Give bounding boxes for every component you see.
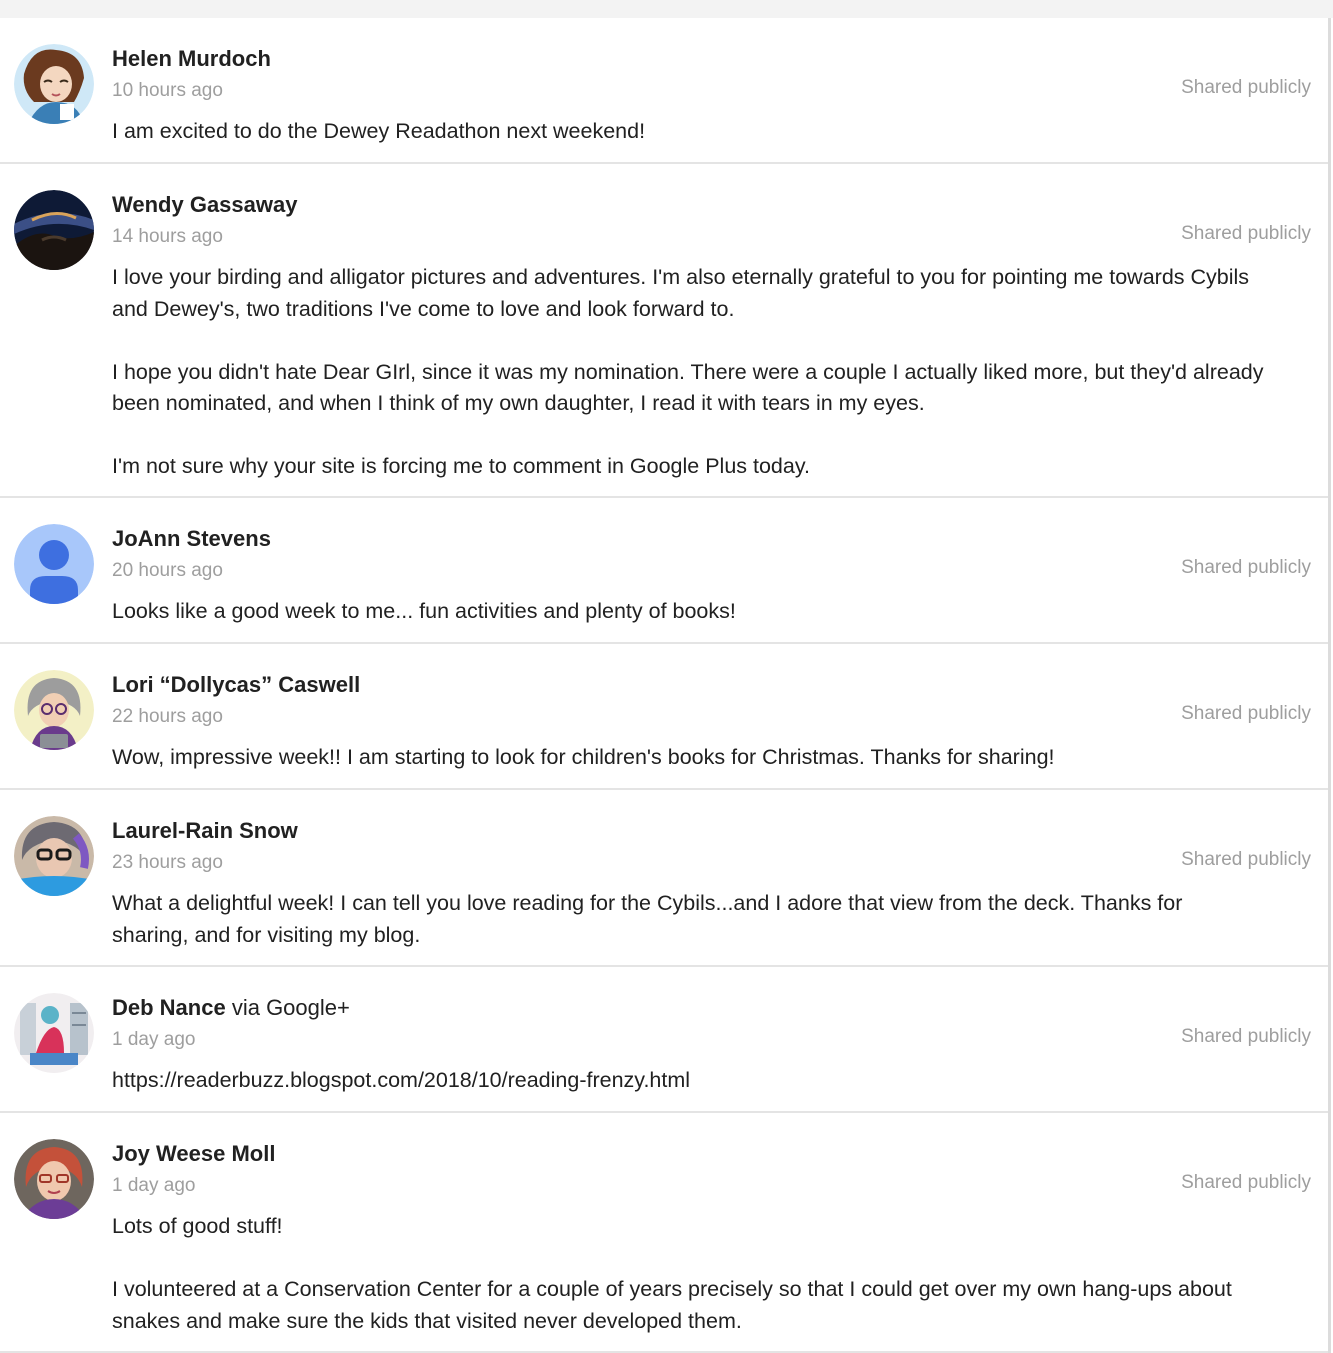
author-name[interactable]: JoAnn Stevens (112, 526, 271, 551)
comment-paragraph: I am excited to do the Dewey Readathon n… (112, 116, 1312, 148)
text-line: I volunteered at a Conservation Center f… (112, 1277, 1232, 1301)
comment-timestamp[interactable]: 20 hours ago (112, 560, 223, 582)
comment-author[interactable]: Laurel-Rain Snow (112, 818, 298, 844)
text-line: Wow, impressive week!! I am starting to … (112, 745, 1055, 769)
text-line: snakes and make sure the kids that visit… (112, 1308, 742, 1333)
night-landscape-avatar[interactable] (14, 190, 94, 270)
comment-timestamp[interactable]: 23 hours ago (112, 852, 223, 874)
visibility-label: Shared publicly (1181, 703, 1311, 724)
comment-author[interactable]: Deb Nance via Google+ (112, 995, 350, 1021)
default-user-avatar[interactable] (14, 524, 94, 604)
comment-item: Laurel-Rain Snow 23 hours ago Shared pub… (0, 790, 1328, 967)
text-line: I love your birding and alligator pictur… (112, 265, 1250, 289)
cartoon-gray-hair-avatar[interactable] (14, 670, 94, 750)
text-line: Lots of good stuff! (112, 1214, 283, 1238)
comment-item: Lori “Dollycas” Caswell 22 hours ago Sha… (0, 644, 1328, 790)
comment-body: I am excited to do the Dewey Readathon n… (112, 116, 1312, 148)
illustration-reader-avatar[interactable] (14, 993, 94, 1073)
comment-paragraph: I hope you didn't hate Dear GIrl, since … (112, 357, 1312, 420)
visibility-label: Shared publicly (1181, 77, 1311, 98)
comment-timestamp[interactable]: 22 hours ago (112, 706, 223, 728)
cartoon-woman-avatar[interactable] (14, 44, 94, 124)
comment-item: JoAnn Stevens 20 hours ago Shared public… (0, 498, 1328, 644)
visibility-label: Shared publicly (1181, 849, 1311, 870)
photo-glasses-avatar[interactable] (14, 816, 94, 896)
comment-item: Joy Weese Moll 1 day ago Shared publicly… (0, 1113, 1328, 1353)
text-line: What a delightful week! I can tell you l… (112, 891, 1183, 915)
comment-item: Wendy Gassaway 14 hours ago Shared publi… (0, 164, 1328, 498)
author-name[interactable]: Wendy Gassaway (112, 192, 297, 217)
via-google-plus: via Google+ (225, 995, 350, 1020)
comment-body: I love your birding and alligator pictur… (112, 262, 1312, 483)
visibility-label: Shared publicly (1181, 557, 1311, 578)
text-line: been nominated, and when I think of my o… (112, 391, 925, 415)
text-line: Looks like a good week to me... fun acti… (112, 599, 736, 623)
comment-paragraph: I love your birding and alligator pictur… (112, 262, 1312, 325)
text-line: sharing, and for visiting my blog. (112, 922, 421, 947)
comment-body: Looks like a good week to me... fun acti… (112, 596, 1312, 628)
text-line: I hope you didn't hate Dear GIrl, since … (112, 359, 1264, 384)
comment-author[interactable]: JoAnn Stevens (112, 526, 271, 552)
text-line: and Dewey's, two traditions I've come to… (112, 296, 735, 321)
visibility-label: Shared publicly (1181, 223, 1311, 244)
comment-timestamp[interactable]: 10 hours ago (112, 80, 223, 102)
author-name[interactable]: Deb Nance (112, 995, 226, 1020)
comment-author[interactable]: Lori “Dollycas” Caswell (112, 672, 360, 698)
comment-paragraph: Looks like a good week to me... fun acti… (112, 596, 1312, 628)
text-line: I am excited to do the Dewey Readathon n… (112, 119, 646, 143)
comment-timestamp[interactable]: 14 hours ago (112, 226, 223, 248)
comment-paragraph: https://readerbuzz.blogspot.com/2018/10/… (112, 1065, 1312, 1097)
comment-paragraph: What a delightful week! I can tell you l… (112, 888, 1312, 951)
visibility-label: Shared publicly (1181, 1026, 1311, 1047)
comment-paragraph: Wow, impressive week!! I am starting to … (112, 742, 1312, 774)
comment-body: Lots of good stuff! I volunteered at a C… (112, 1211, 1312, 1337)
comment-link[interactable]: https://readerbuzz.blogspot.com/2018/10/… (112, 1068, 690, 1092)
comments-frame: Helen Murdoch 10 hours ago Shared public… (0, 0, 1333, 1353)
photo-red-hair-avatar[interactable] (14, 1139, 94, 1219)
author-name[interactable]: Helen Murdoch (112, 46, 271, 71)
comment-paragraph: I volunteered at a Conservation Center f… (112, 1274, 1312, 1337)
text-line: I'm not sure why your site is forcing me… (112, 454, 810, 478)
comment-timestamp[interactable]: 1 day ago (112, 1175, 195, 1197)
author-name[interactable]: Joy Weese Moll (112, 1141, 275, 1166)
author-name[interactable]: Laurel-Rain Snow (112, 818, 298, 843)
author-name[interactable]: Lori “Dollycas” Caswell (112, 672, 360, 697)
comment-author[interactable]: Joy Weese Moll (112, 1141, 275, 1167)
comment-paragraph: Lots of good stuff! (112, 1211, 1312, 1243)
comment-item: Helen Murdoch 10 hours ago Shared public… (0, 18, 1328, 164)
comment-author[interactable]: Helen Murdoch (112, 46, 271, 72)
comment-item: Deb Nance via Google+ 1 day ago Shared p… (0, 967, 1328, 1113)
right-scroll-edge (1328, 18, 1331, 1353)
comment-author[interactable]: Wendy Gassaway (112, 192, 297, 218)
visibility-label: Shared publicly (1181, 1172, 1311, 1193)
comment-timestamp[interactable]: 1 day ago (112, 1029, 195, 1051)
top-bar (0, 0, 1333, 18)
comment-paragraph: I'm not sure why your site is forcing me… (112, 451, 1312, 483)
comment-body: What a delightful week! I can tell you l… (112, 888, 1312, 951)
comment-body: Wow, impressive week!! I am starting to … (112, 742, 1312, 774)
comment-body: https://readerbuzz.blogspot.com/2018/10/… (112, 1065, 1312, 1097)
